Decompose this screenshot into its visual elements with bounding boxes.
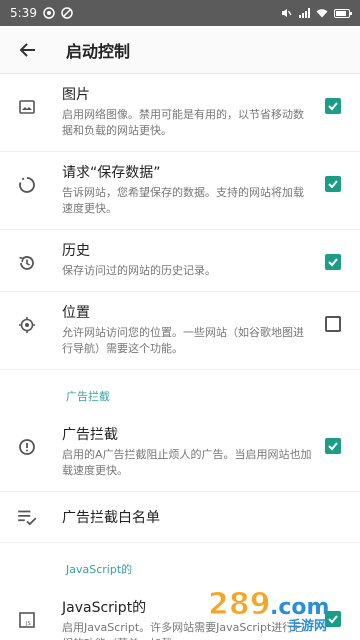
svg-text:JS: JS <box>25 621 31 627</box>
status-time: 5:39 <box>10 6 37 20</box>
back-arrow-icon[interactable] <box>16 38 40 62</box>
adblock-checkbox[interactable] <box>325 438 341 454</box>
wifi-icon <box>316 7 328 19</box>
setting-description: 保存访问过的网站的历史记录。 <box>62 264 216 277</box>
status-bar: 5:39 <box>0 0 360 26</box>
data-saver-icon <box>16 174 38 196</box>
setting-description: 告诉网站，您希望保存的数据。支持的网站将加载速度更快。 <box>62 186 304 215</box>
setting-title: 请求“保存数据” <box>62 165 161 181</box>
image-icon <box>16 96 38 118</box>
setting-title: 广告拦截 <box>62 427 118 443</box>
setting-images[interactable]: 图片 启用网络图像。禁用可能是有用的，以节省移动数据和负载的网站更快。 <box>0 74 360 152</box>
save-data-checkbox[interactable] <box>325 176 341 192</box>
svg-text:.com: .com <box>270 595 329 620</box>
settings-list: 图片 启用网络图像。禁用可能是有用的，以节省移动数据和负载的网站更快。 请求“保… <box>0 74 360 640</box>
location-checkbox[interactable] <box>325 316 341 332</box>
setting-description: 启用网络图像。禁用可能是有用的，以节省移动数据和负载的网站更快。 <box>62 108 304 137</box>
setting-title: 图片 <box>62 87 90 103</box>
setting-title: 广告拦截白名单 <box>62 510 160 526</box>
setting-title: 位置 <box>62 305 90 321</box>
notification-icon <box>43 7 55 19</box>
images-checkbox[interactable] <box>325 98 341 114</box>
section-header-adblock: 广告拦截 <box>66 390 110 403</box>
setting-save-data[interactable]: 请求“保存数据” 告诉网站，您希望保存的数据。支持的网站将加载速度更快。 <box>0 152 360 230</box>
app-bar: 启动控制 <box>0 26 360 74</box>
whitelist-icon <box>16 506 38 528</box>
svg-text:289: 289 <box>208 587 271 622</box>
mute-icon <box>280 7 292 19</box>
setting-description: 允许网站访问您的位置。一些网站（如谷歌地图进行导航）需要这个功能。 <box>62 326 304 355</box>
javascript-icon: JS <box>16 609 38 631</box>
alert-icon <box>16 436 38 458</box>
blocked-icon <box>61 7 73 19</box>
location-icon <box>16 314 38 336</box>
battery-icon <box>334 8 352 18</box>
setting-description: 启用的A广告拦截阻止烦人的广告。当启用网站也加载速度更快。 <box>62 448 312 477</box>
setting-title: 历史 <box>62 243 90 259</box>
history-icon <box>16 252 38 274</box>
svg-text:手游网: 手游网 <box>288 618 327 634</box>
history-checkbox[interactable] <box>325 254 341 270</box>
setting-location[interactable]: 位置 允许网站访问您的位置。一些网站（如谷歌地图进行导航）需要这个功能。 <box>0 292 360 370</box>
setting-adblock[interactable]: 广告拦截 启用的A广告拦截阻止烦人的广告。当启用网站也加载速度更快。 <box>0 414 360 492</box>
setting-history[interactable]: 历史 保存访问过的网站的历史记录。 <box>0 230 360 292</box>
page-title: 启动控制 <box>66 41 131 61</box>
setting-adblock-whitelist[interactable]: 广告拦截白名单 <box>0 492 360 543</box>
signal-icon <box>298 7 310 19</box>
site-watermark-logo: 289 .com 手游网 <box>204 578 354 635</box>
